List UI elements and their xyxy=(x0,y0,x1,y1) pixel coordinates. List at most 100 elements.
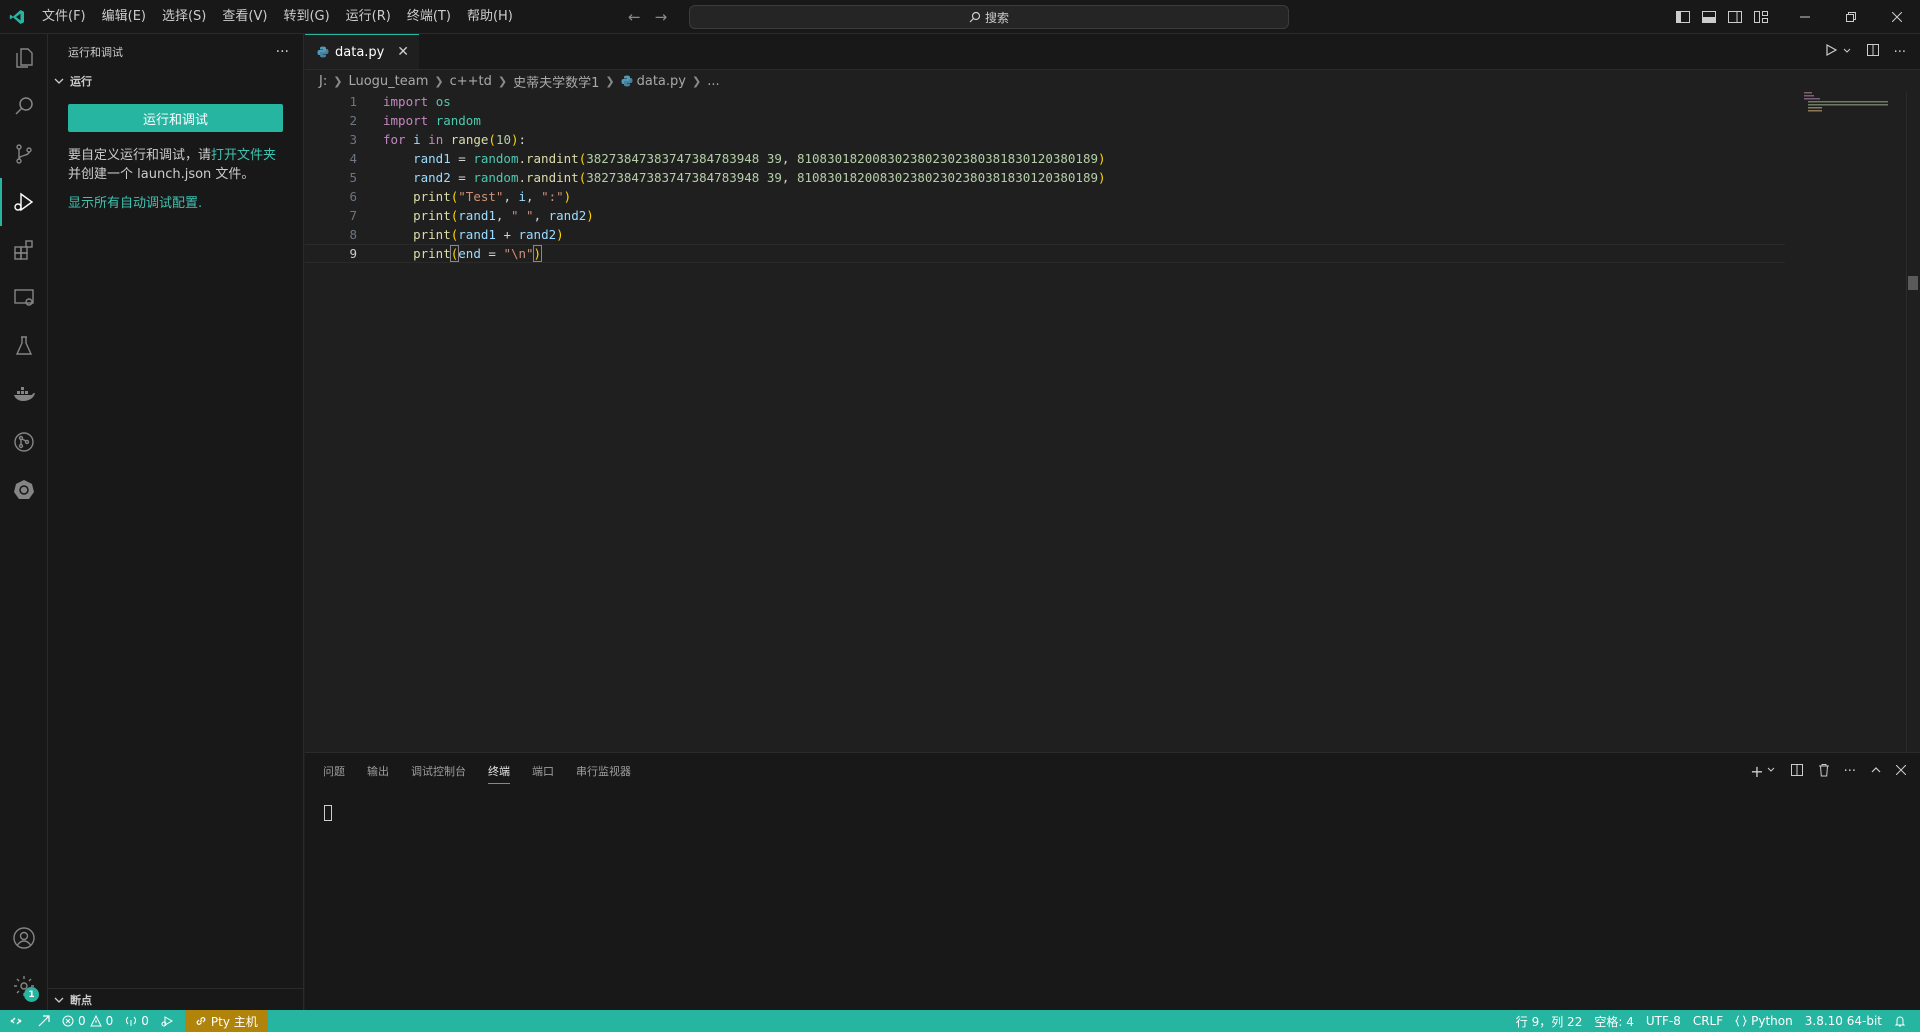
section-breakpoints-header[interactable]: 断点 xyxy=(48,988,304,1010)
settings-badge: 1 xyxy=(24,987,39,1002)
open-folder-link[interactable]: 打开文件夹 xyxy=(211,148,276,163)
panel-tab-serial-monitor[interactable]: 串行监视器 xyxy=(576,763,631,779)
close-panel-icon[interactable] xyxy=(1895,764,1907,778)
breadcrumb-folder-3[interactable]: 史蒂夫学数学1 xyxy=(513,72,599,91)
code-editor[interactable]: 1 import os 2 import random 3 for i in rang… xyxy=(305,92,1785,263)
breadcrumb-file[interactable]: data.py xyxy=(637,74,686,89)
accounts-icon[interactable] xyxy=(0,914,48,962)
section-run-header[interactable]: 运行 xyxy=(48,70,303,92)
chevron-down-icon[interactable] xyxy=(1842,45,1852,60)
breadcrumb-drive[interactable]: J: xyxy=(319,74,327,89)
token: os xyxy=(435,94,451,109)
token: = xyxy=(450,151,474,166)
git-graph-icon[interactable] xyxy=(0,418,48,466)
source-control-icon[interactable] xyxy=(0,130,48,178)
minimap[interactable] xyxy=(1804,90,1894,114)
code-line: 1 import os xyxy=(305,92,1785,111)
command-center-search[interactable]: 搜索 xyxy=(689,5,1289,29)
docker-icon[interactable] xyxy=(0,370,48,418)
toggle-panel-icon[interactable] xyxy=(1696,0,1722,34)
menu-help[interactable]: 帮助(H) xyxy=(459,0,521,34)
token: "Test" xyxy=(458,189,504,204)
more-actions-icon[interactable]: ··· xyxy=(1894,45,1906,60)
kubernetes-icon[interactable] xyxy=(0,466,48,514)
remote-indicator-icon[interactable] xyxy=(0,1010,32,1032)
code-line: 8 print(rand1 + rand2) xyxy=(305,225,1785,244)
panel-tab-debug-console[interactable]: 调试控制台 xyxy=(411,763,466,779)
token: rand1 xyxy=(413,151,451,166)
more-actions-icon[interactable]: ··· xyxy=(1844,764,1856,779)
maximize-panel-icon[interactable] xyxy=(1870,764,1882,779)
token: range xyxy=(450,132,489,147)
trash-icon[interactable] xyxy=(1818,763,1830,780)
menu-file[interactable]: 文件(F) xyxy=(34,0,94,34)
indentation[interactable]: 空格: 4 xyxy=(1588,1010,1640,1032)
terminal-cursor[interactable] xyxy=(324,805,332,821)
cursor-position[interactable]: 行 9，列 22 xyxy=(1510,1010,1589,1032)
new-terminal-icon[interactable]: + xyxy=(1750,762,1763,781)
python-interpreter[interactable]: 3.8.10 64-bit xyxy=(1799,1010,1888,1032)
menu-run[interactable]: 运行(R) xyxy=(338,0,399,34)
more-actions-icon[interactable]: ··· xyxy=(276,44,289,60)
token: import xyxy=(383,94,429,109)
breadcrumb-symbol[interactable]: ... xyxy=(707,74,719,89)
editor-tabs: data.py ✕ ··· xyxy=(305,34,1920,70)
token: 10 xyxy=(495,132,511,147)
panel-tab-output[interactable]: 输出 xyxy=(367,763,389,779)
notifications-bell-icon[interactable] xyxy=(1888,1010,1912,1032)
chevron-down-icon[interactable] xyxy=(1766,765,1776,778)
ports-indicator[interactable]: 0 xyxy=(119,1010,155,1032)
close-window-icon[interactable] xyxy=(1874,0,1920,34)
show-all-configs-link[interactable]: 显示所有自动调试配置. xyxy=(48,184,303,213)
toggle-secondary-sidebar-icon[interactable] xyxy=(1722,0,1748,34)
tab-data-py[interactable]: data.py ✕ xyxy=(305,34,419,69)
line-number: 1 xyxy=(349,94,357,109)
run-and-debug-button[interactable]: 运行和调试 xyxy=(68,104,283,132)
editor-area: data.py ✕ ··· J: ❯ Luogu_team ❯ c++td ❯ 史蒂夫… xyxy=(305,34,1920,752)
live-share-icon[interactable] xyxy=(32,1010,56,1032)
run-python-file-icon[interactable] xyxy=(1824,43,1838,61)
token: .randint xyxy=(518,170,579,185)
nav-arrows: ← → xyxy=(628,0,667,34)
chevron-down-icon xyxy=(54,78,64,84)
manage-gear-icon[interactable]: 1 xyxy=(0,962,48,1010)
token: in xyxy=(428,132,444,147)
breadcrumb-folder-1[interactable]: Luogu_team xyxy=(348,74,428,89)
panel-tab-problems[interactable]: 问题 xyxy=(323,763,345,779)
split-editor-icon[interactable] xyxy=(1866,43,1880,61)
restore-icon[interactable] xyxy=(1828,0,1874,34)
token: = xyxy=(450,170,474,185)
close-icon[interactable]: ✕ xyxy=(397,44,409,60)
split-terminal-icon[interactable] xyxy=(1790,763,1804,780)
panel-tab-ports[interactable]: 端口 xyxy=(532,763,554,779)
vertical-scrollbar[interactable] xyxy=(1906,92,1920,752)
remote-explorer-icon[interactable] xyxy=(0,274,48,322)
search-label: 搜索 xyxy=(984,10,1009,25)
breadcrumb-folder-2[interactable]: c++td xyxy=(450,74,492,89)
menu-go[interactable]: 转到(G) xyxy=(275,0,337,34)
menu-selection[interactable]: 选择(S) xyxy=(154,0,214,34)
extensions-icon[interactable] xyxy=(0,226,48,274)
run-debug-icon[interactable] xyxy=(0,178,48,226)
end-of-line[interactable]: CRLF xyxy=(1687,1010,1729,1032)
menu-bar: 文件(F) 编辑(E) 选择(S) 查看(V) 转到(G) 运行(R) 终端(T… xyxy=(34,0,521,34)
token: random xyxy=(473,170,519,185)
menu-terminal[interactable]: 终端(T) xyxy=(399,0,459,34)
encoding[interactable]: UTF-8 xyxy=(1640,1010,1687,1032)
explorer-icon[interactable] xyxy=(0,34,48,82)
menu-edit[interactable]: 编辑(E) xyxy=(94,0,154,34)
debug-launch-icon[interactable] xyxy=(155,1010,179,1032)
section-run-label: 运行 xyxy=(70,75,92,88)
minimize-icon[interactable] xyxy=(1782,0,1828,34)
language-mode[interactable]: Python xyxy=(1729,1010,1799,1032)
pty-host-indicator[interactable]: Pty 主机 xyxy=(184,1010,268,1032)
menu-view[interactable]: 查看(V) xyxy=(214,0,275,34)
arrow-right-icon[interactable]: → xyxy=(655,8,668,26)
search-icon[interactable] xyxy=(0,82,48,130)
testing-icon[interactable] xyxy=(0,322,48,370)
customize-layout-icon[interactable] xyxy=(1748,0,1774,34)
toggle-sidebar-icon[interactable] xyxy=(1670,0,1696,34)
arrow-left-icon[interactable]: ← xyxy=(628,8,641,26)
panel-tab-terminal[interactable]: 终端 xyxy=(488,763,510,784)
problems-indicator[interactable]: 0 0 xyxy=(56,1010,119,1032)
